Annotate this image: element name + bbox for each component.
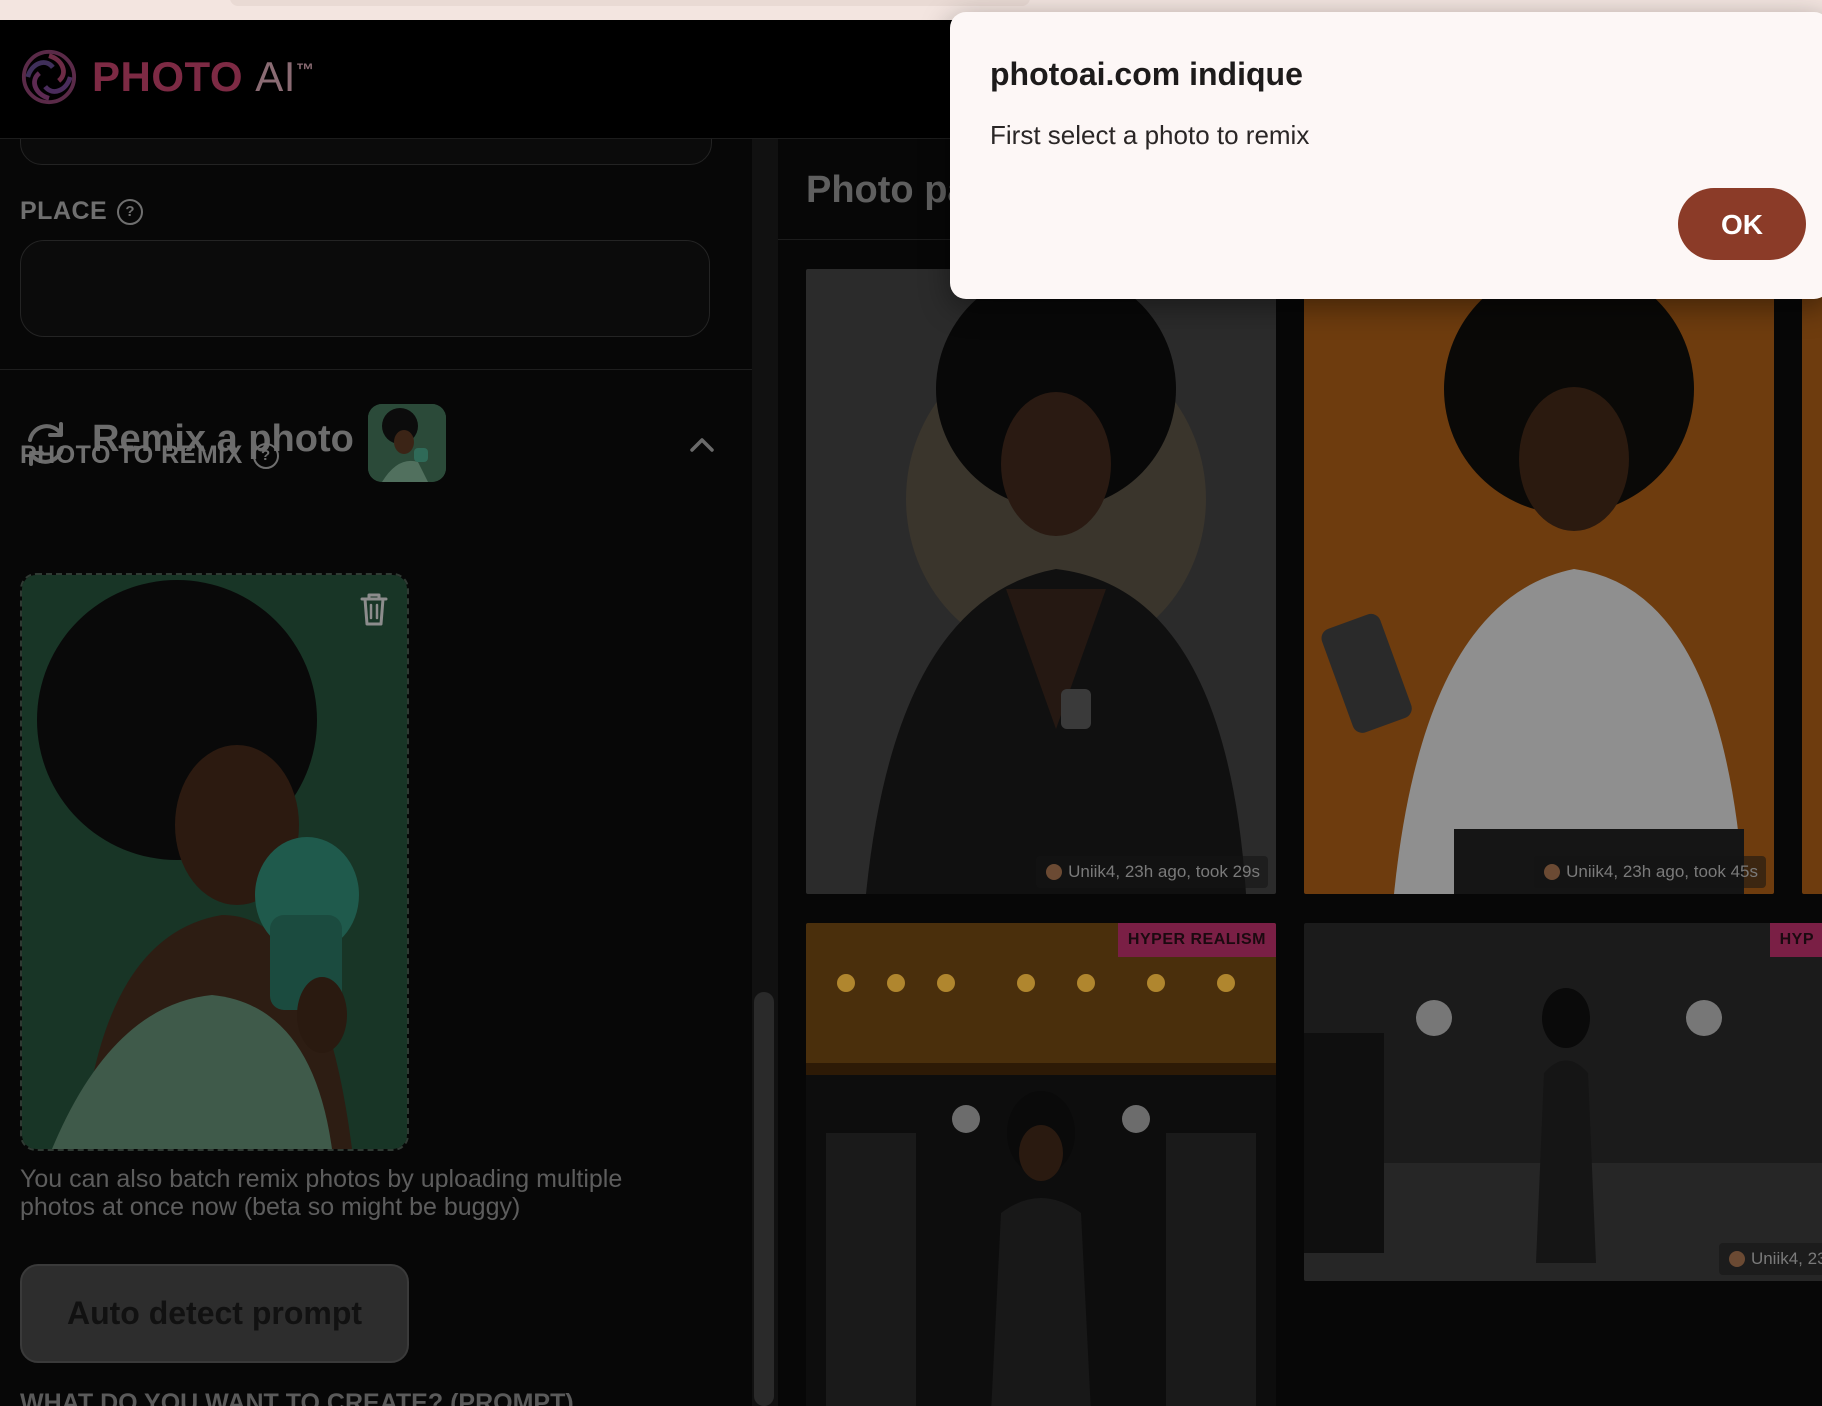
auto-detect-prompt-button[interactable]: Auto detect prompt — [20, 1264, 409, 1363]
avatar — [1046, 864, 1063, 880]
place-input[interactable] — [20, 240, 710, 337]
avatar — [1544, 864, 1561, 880]
help-icon[interactable]: ? — [117, 198, 144, 225]
batch-remix-note: You can also batch remix photos by uploa… — [20, 1165, 623, 1221]
photo-card[interactable]: HYPER REALISM — [806, 923, 1276, 1406]
caption-text: Uniik4, 23h ago, took 45s — [1566, 862, 1758, 881]
photo-card[interactable] — [1802, 269, 1822, 894]
feed-title: Photo pa — [806, 169, 969, 211]
alert-dialog: photoai.com indique First select a photo… — [950, 12, 1822, 299]
caption-text: Uniik4, 23h — [1750, 1249, 1822, 1268]
caption-text: Uniik4, 23h ago, took 29s — [1068, 862, 1260, 881]
style-badge: HYPER REALISM — [1117, 923, 1276, 957]
address-bar[interactable] — [230, 0, 1030, 6]
photo-to-remix-image[interactable] — [20, 573, 409, 1151]
photo-caption: Uniik4, 23h ago, took 29s — [1036, 856, 1268, 888]
dialog-message: First select a photo to remix — [990, 120, 1310, 150]
logo-ai: AI — [255, 53, 296, 100]
logo-word: PHOTO — [92, 53, 244, 100]
ok-button[interactable]: OK — [1678, 188, 1806, 260]
photo-feed-panel: Photo pa Uniik4, 23h ago, took 29s Uniik… — [778, 139, 1822, 1406]
left-settings-panel: PLACE ? Remix a photo PHOTO TO REMIX ? Y… — [0, 139, 752, 1406]
photo-card[interactable]: Uniik4, 23h ago, took 29s — [806, 269, 1276, 894]
logo-text: PHOTO AI™ — [92, 53, 314, 101]
trash-icon[interactable] — [354, 589, 394, 629]
photo-caption: Uniik4, 23h ago, took 45s — [1534, 856, 1766, 888]
photo-caption: Uniik4, 23h — [1718, 1243, 1822, 1275]
logo-trademark: ™ — [295, 60, 315, 80]
photo-to-remix-label: PHOTO TO REMIX ? — [20, 441, 279, 470]
section-divider — [0, 369, 752, 370]
previous-input-field[interactable] — [20, 139, 712, 165]
style-badge: HYP — [1769, 923, 1822, 957]
chevron-up-icon[interactable] — [684, 426, 720, 462]
remix-thumbnail — [368, 404, 446, 482]
photo-card[interactable]: Uniik4, 23h ago, took 45s — [1304, 269, 1774, 894]
logo-swirl-icon — [21, 49, 77, 105]
scrollbar-thumb[interactable] — [754, 992, 774, 1406]
photo-card[interactable]: HYP Uniik4, 23h — [1304, 923, 1822, 1281]
avatar — [1728, 1251, 1745, 1267]
place-label-text: PLACE — [20, 197, 108, 225]
logo[interactable]: PHOTO AI™ — [20, 48, 314, 106]
prompt-label: WHAT DO YOU WANT TO CREATE? (PROMPT) — [20, 1389, 574, 1406]
place-label: PLACE ? — [20, 197, 144, 226]
photo-to-remix-label-text: PHOTO TO REMIX — [20, 441, 243, 469]
dialog-title: photoai.com indique — [990, 56, 1303, 92]
help-icon[interactable]: ? — [252, 442, 279, 469]
